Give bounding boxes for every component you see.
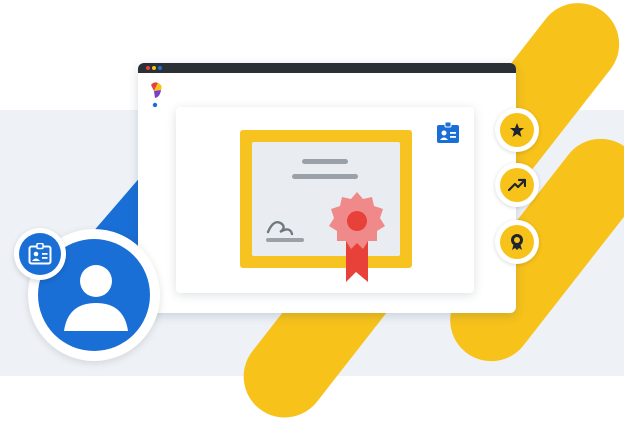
certificate-seal-icon [329,192,385,282]
id-card-icon [437,122,459,143]
signature-icon [266,221,304,242]
trend-button-core [500,168,534,202]
star-button[interactable] [495,108,539,152]
award-ribbon-icon [511,234,523,250]
id-card-icon [28,243,52,265]
trending-up-icon [508,178,526,192]
star-icon [510,123,524,137]
trend-button[interactable] [495,163,539,207]
id-bubble [19,233,61,275]
star-button-core [500,113,534,147]
award-button[interactable] [495,220,539,264]
award-button-core [500,225,534,259]
